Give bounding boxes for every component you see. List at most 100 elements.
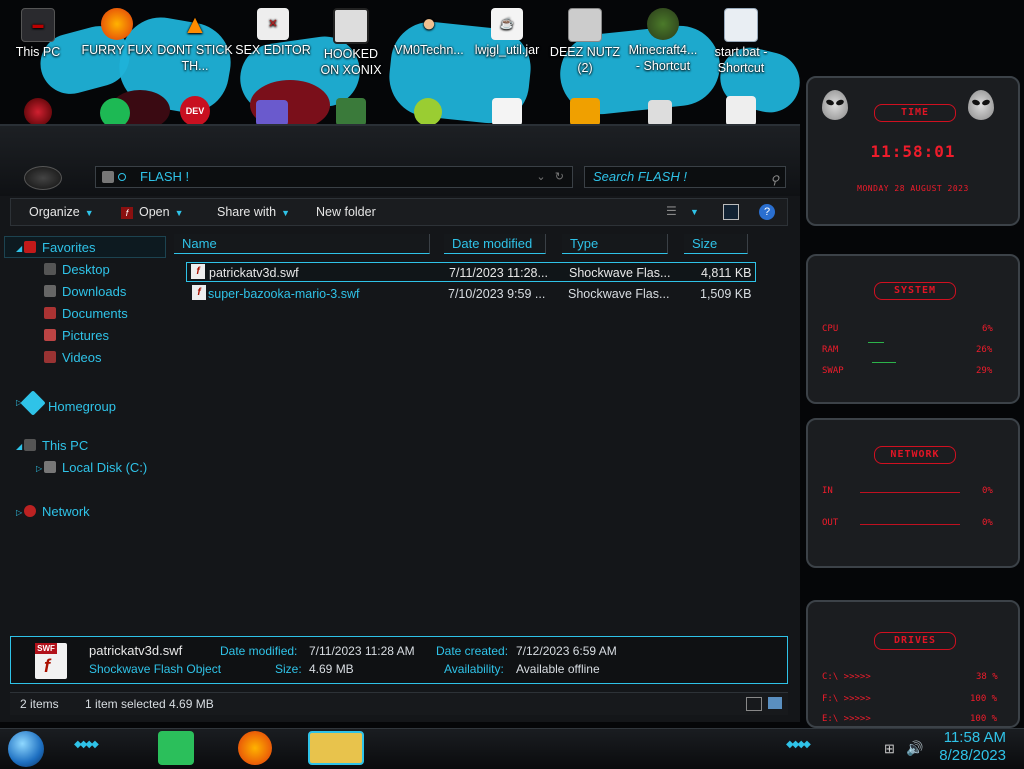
new-folder-button[interactable]: New folder <box>316 205 376 219</box>
batch-file-icon <box>724 8 758 42</box>
start-button[interactable] <box>8 731 44 767</box>
column-label: Name <box>182 236 217 251</box>
editor-icon: ✕ <box>257 8 289 40</box>
lime-app-icon[interactable] <box>414 98 442 126</box>
nav-pictures[interactable]: Pictures <box>44 328 109 343</box>
column-header-name[interactable]: Name <box>174 234 430 254</box>
system-gadget: SYSTEM CPU 6% RAM 26% SWAP 29% <box>806 254 1020 404</box>
desktop-icon-furry-fux[interactable]: FURRY FUX <box>79 8 155 58</box>
java-icon[interactable] <box>492 98 522 126</box>
taskbar-file-explorer-icon[interactable] <box>308 731 364 765</box>
explorer-window: FLASH ! ⌄ ↻ Search FLASH ! ⚲ Organize ▼ f… <box>0 124 800 722</box>
network-out-graph <box>860 524 960 525</box>
details-label: Size: <box>275 662 302 676</box>
nav-desktop[interactable]: Desktop <box>44 262 110 277</box>
videos-icon <box>44 351 56 363</box>
network-tray-icon[interactable]: ⊞ <box>884 741 895 757</box>
search-icon[interactable]: ⚲ <box>770 170 779 190</box>
pictures-icon <box>44 329 56 341</box>
organize-button[interactable]: Organize ▼ <box>29 205 94 219</box>
preview-pane-icon[interactable] <box>723 204 739 220</box>
pe-app-icon[interactable] <box>570 98 600 126</box>
column-label: Size <box>692 236 718 251</box>
network-out-value: 0% <box>982 518 993 528</box>
chevron-down-icon[interactable]: ▼ <box>690 207 706 223</box>
star-icon <box>24 241 36 253</box>
flash-icon: f <box>121 207 133 219</box>
share-with-button[interactable]: Share with ▼ <box>217 205 290 219</box>
details-view-icon[interactable] <box>746 697 762 711</box>
address-dropdown-refresh-icons[interactable]: ⌄ ↻ <box>536 167 564 187</box>
explorer-navbar: FLASH ! ⌄ ↻ Search FLASH ! ⚲ <box>0 126 800 196</box>
folder-icon <box>102 171 114 183</box>
desktop-icon-sex-editor[interactable]: ✕ SEX EDITOR <box>235 8 311 58</box>
nav-local-disk[interactable]: ▷ Local Disk (C:) <box>36 460 147 475</box>
file-type: Shockwave Flas... <box>569 266 671 280</box>
taskbar-clock[interactable]: 11:58 AM 8/28/2023 <box>932 729 1006 765</box>
desktop-icon-label: FURRY FUX <box>81 43 153 57</box>
taskbar-decoration: ◆◆◆◆ <box>74 739 99 750</box>
file-row[interactable]: f patrickatv3d.swf 7/11/2023 11:28... Sh… <box>186 262 756 282</box>
desktop-icon-minecraft-shortcut[interactable]: Minecraft4... - Shortcut <box>625 8 701 74</box>
desktop-icon-hooked-on-xonix[interactable]: HOOKED ON XONIX <box>313 8 389 78</box>
new-folder-label: New folder <box>316 205 376 219</box>
search-input[interactable]: Search FLASH ! ⚲ <box>584 166 786 188</box>
column-header-size[interactable]: Size <box>684 234 748 254</box>
view-options-icon[interactable]: ☰ <box>666 204 682 220</box>
document-icon[interactable] <box>648 100 672 126</box>
open-button[interactable]: f Open ▼ <box>121 205 184 219</box>
desktop-icon-start-bat-shortcut[interactable]: start.bat - Shortcut <box>703 8 779 76</box>
nav-this-pc[interactable]: ◢ This PC <box>16 438 88 453</box>
alien-head-icon <box>822 90 848 120</box>
drive-usage: 100 % <box>970 694 998 704</box>
desktop-icon-deez-nutz[interactable]: DEEZ NUTZ (2) <box>547 8 623 76</box>
alien-head-icon <box>968 90 994 120</box>
cpu-value: 6% <box>982 324 993 334</box>
pixel-dog-icon[interactable] <box>726 96 756 126</box>
nav-label: Desktop <box>62 262 110 277</box>
computer-icon: ▬ <box>21 8 55 42</box>
taskbar-app-notes-icon[interactable] <box>158 731 194 765</box>
devcpp-icon[interactable]: DEV C++ <box>180 96 210 146</box>
red-orb-icon[interactable] <box>24 98 52 126</box>
xonix-game-icon <box>333 8 369 44</box>
gadget-title: SYSTEM <box>874 282 956 300</box>
ram-meter <box>868 342 884 343</box>
desktop-icon-label: VM0Techn... <box>394 43 464 57</box>
breadcrumb-icon <box>118 173 126 181</box>
taskbar-firefox-icon[interactable] <box>238 731 272 765</box>
network-in-graph <box>860 492 960 493</box>
address-bar[interactable]: FLASH ! ⌄ ↻ <box>95 166 573 188</box>
nav-documents[interactable]: Documents <box>44 306 128 321</box>
nav-network[interactable]: ▷ Network <box>16 504 90 519</box>
help-icon[interactable]: ? <box>759 204 775 220</box>
nav-homegroup[interactable]: ▷ Homegroup <box>16 390 116 416</box>
nav-label: Downloads <box>62 284 127 299</box>
clock-date: MONDAY 28 AUGUST 2023 <box>857 184 969 193</box>
time-gadget: TIME 11:58:01 MONDAY 28 AUGUST 2023 <box>806 76 1020 226</box>
desktop-icon <box>44 263 56 275</box>
swap-value: 29% <box>976 366 993 376</box>
back-forward-button[interactable] <box>24 166 62 190</box>
christmas-app-icon[interactable] <box>336 98 366 126</box>
share-with-label: Share with <box>217 205 277 219</box>
desktop-icon-label: DEEZ NUTZ (2) <box>549 45 621 75</box>
nav-videos[interactable]: Videos <box>44 350 102 365</box>
desktop-icon-dont-stick[interactable]: ▲ DONT STICK TH... <box>157 8 233 74</box>
file-name: super-bazooka-mario-3.swf <box>208 287 360 301</box>
desktop-icon-label: DONT STICK TH... <box>157 43 233 73</box>
network-in-value: 0% <box>982 486 993 496</box>
window-app-icon[interactable] <box>256 100 288 126</box>
expand-arrow-icon: ▷ <box>36 464 43 473</box>
nav-favorites[interactable]: ◢ Favorites <box>16 240 95 255</box>
drive-icon <box>44 461 56 473</box>
column-header-type[interactable]: Type <box>562 234 668 254</box>
desktop-icon-lwjgl-util-jar[interactable]: ☕ lwjgl_util.jar <box>469 8 545 58</box>
desktop-icon-this-pc[interactable]: ▬ This PC <box>0 8 76 60</box>
large-icons-view-icon[interactable] <box>768 697 782 709</box>
volume-icon[interactable]: 🔊 <box>906 740 923 757</box>
column-header-date-modified[interactable]: Date modified <box>444 234 546 254</box>
desktop-icon-vm0techn[interactable]: ● VM0Techn... <box>391 8 467 58</box>
file-row[interactable]: f super-bazooka-mario-3.swf 7/10/2023 9:… <box>186 284 756 304</box>
nav-downloads[interactable]: Downloads <box>44 284 126 299</box>
